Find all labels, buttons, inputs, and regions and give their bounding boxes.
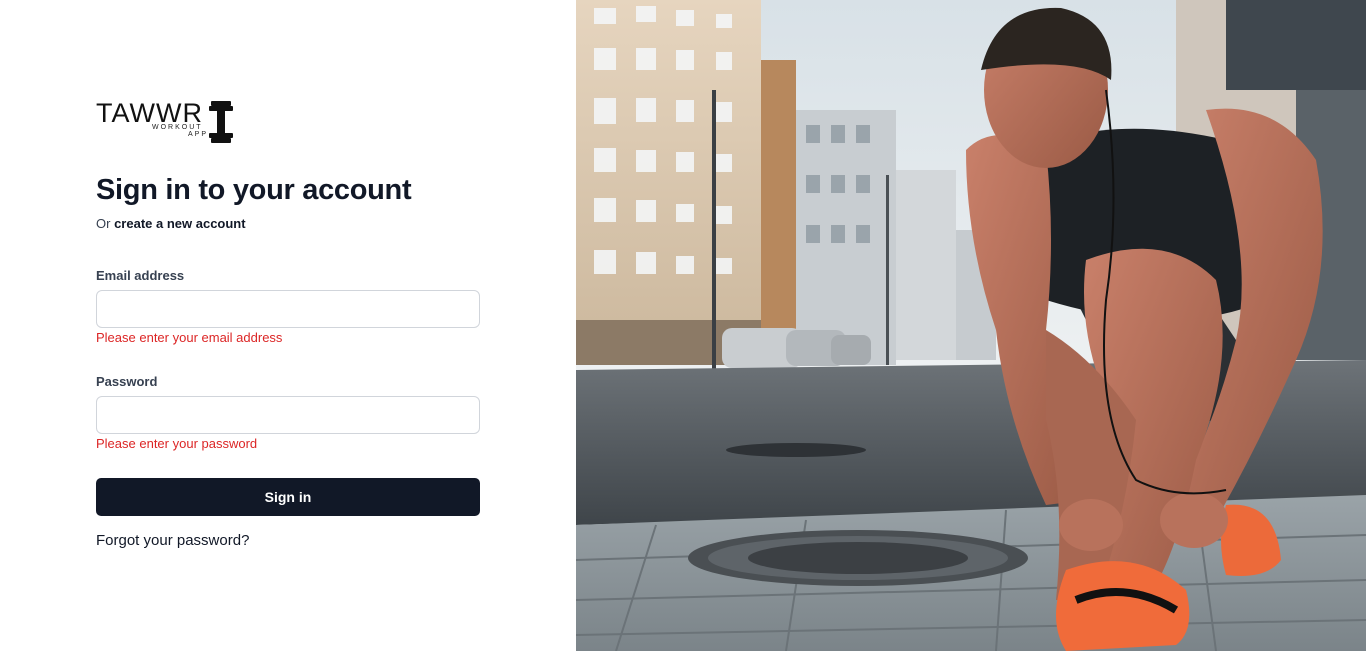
- logo-tagline-app: APP: [188, 131, 209, 138]
- login-panel: TAWWR WORKOUT APP Sign in to your accoun…: [0, 0, 576, 651]
- page-title: Sign in to your account: [96, 174, 412, 206]
- tawwr-logo: TAWWR WORKOUT APP: [96, 98, 236, 146]
- hero-image: [576, 0, 1366, 651]
- athlete-tying-shoe-photo: [576, 0, 1366, 651]
- signup-prompt-prefix: Or: [96, 216, 111, 231]
- logo-tagline-workout: WORKOUT: [152, 124, 203, 131]
- password-error-message: Please enter your password: [96, 436, 258, 451]
- email-field[interactable]: [96, 290, 480, 328]
- password-field[interactable]: [96, 396, 480, 434]
- password-label: Password: [96, 374, 158, 389]
- sign-in-button[interactable]: Sign in: [96, 478, 480, 516]
- create-account-link[interactable]: create a new account: [114, 216, 246, 231]
- dumbbell-icon: [209, 101, 233, 143]
- forgot-password-link[interactable]: Forgot your password?: [96, 532, 249, 550]
- email-label: Email address: [96, 268, 185, 283]
- signup-prompt: Or create a new account: [96, 216, 246, 232]
- email-error-message: Please enter your email address: [96, 330, 283, 345]
